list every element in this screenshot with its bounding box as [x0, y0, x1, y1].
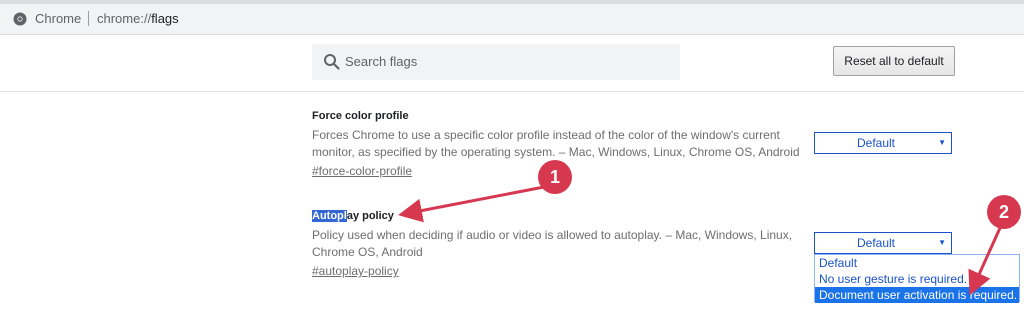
- annotation-arrows: [398, 185, 1002, 296]
- arrow-1: [398, 185, 545, 223]
- annotation-badge-2: 2: [987, 195, 1021, 229]
- arrow-2: [968, 227, 1002, 296]
- annotation-badge-1: 1: [538, 160, 572, 194]
